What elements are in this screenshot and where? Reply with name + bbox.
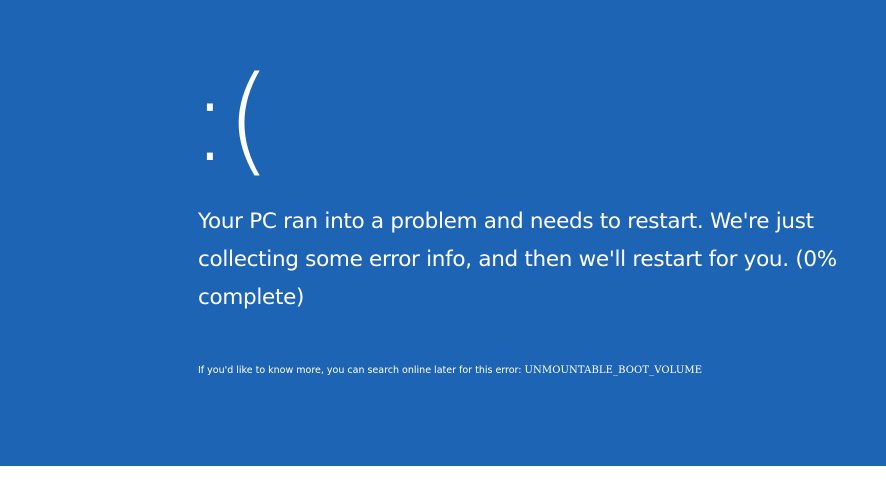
error-info-line: If you'd like to know more, you can sear… <box>198 364 878 378</box>
sad-face-emoticon: :( <box>190 50 272 188</box>
bsod-screen: :( Your PC ran into a problem and needs … <box>0 0 886 466</box>
bottom-strip <box>0 466 886 491</box>
stop-code: UNMOUNTABLE_BOOT_VOLUME <box>524 365 703 376</box>
error-headline: Your PC ran into a problem and needs to … <box>198 209 837 310</box>
error-info-text: If you'd like to know more, you can sear… <box>198 365 525 376</box>
